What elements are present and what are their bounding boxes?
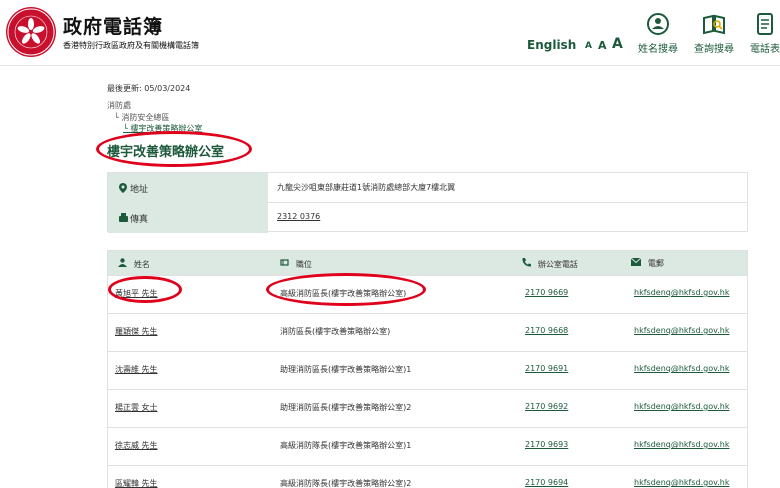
font-size-medium-button[interactable]: A — [598, 39, 607, 52]
th-position: 職位 — [280, 258, 312, 270]
last-updated: 最後更新: 05/03/2024 — [107, 84, 191, 93]
site-header: 政府電話簿 香港特別行政區政府及有關機構電話簿 English A A A 姓名… — [0, 0, 780, 66]
staff-email-link[interactable]: hkfsdenq@hkfsd.gov.hk — [634, 364, 729, 373]
th-email: 電郵 — [630, 257, 664, 269]
th-name-label: 姓名 — [133, 260, 150, 269]
staff-position: 助理消防區長(樓宇改善策略辦公室)2 — [280, 403, 412, 412]
site-title[interactable]: 政府電話簿 — [63, 12, 163, 39]
table-row: 羅穎傑 先生 消防區長(樓宇改善策略辦公室) 2170 9668 hkfsden… — [108, 313, 747, 351]
address-label: 地址 — [130, 185, 149, 195]
staff-position: 消防區長(樓宇改善策略辦公室) — [280, 327, 391, 336]
staff-email-link[interactable]: hkfsdenq@hkfsd.gov.hk — [634, 326, 729, 335]
table-row: 楊正雲 女士 助理消防區長(樓宇改善策略辦公室)2 2170 9692 hkfs… — [108, 389, 747, 427]
staff-table: 姓名 職位 辦公室電話 電郵 黃旭平 先生 高級消防區長(樓宇改善策略辦公室) … — [107, 250, 748, 488]
position-icon — [280, 259, 292, 270]
breadcrumb-department[interactable]: 消防處 — [107, 100, 131, 111]
staff-name-link[interactable]: 楊正雲 女士 — [115, 402, 158, 413]
map-pin-icon — [119, 183, 127, 196]
nav-phone-list-label: 電話表 — [750, 44, 780, 55]
fax-row: 傳真 2312 0376 — [108, 203, 747, 233]
language-switch-link[interactable]: English — [527, 38, 576, 52]
breadcrumb-division[interactable]: └ 消防安全總區 — [114, 112, 169, 123]
page-title: 樓宇改善策略辦公室 — [107, 145, 225, 160]
breadcrumb-office[interactable]: └ 樓宇改善策略辦公室 — [123, 123, 202, 134]
table-header: 姓名 職位 辦公室電話 電郵 — [108, 251, 747, 275]
table-row: 徐志威 先生 高級消防隊長(樓宇改善策略辦公室)1 2170 9693 hkfs… — [108, 427, 747, 465]
person-search-icon — [646, 12, 670, 36]
book-search-icon — [702, 12, 726, 36]
breadcrumb-office-label[interactable]: 樓宇改善策略辦公室 — [130, 124, 202, 133]
fax-icon — [119, 213, 128, 225]
phone-icon — [522, 258, 534, 270]
staff-position: 高級消防隊長(樓宇改善策略辦公室)1 — [280, 441, 412, 450]
person-icon — [118, 258, 130, 270]
staff-name-link[interactable]: 沈壽維 先生 — [115, 364, 158, 375]
staff-email-link[interactable]: hkfsdenq@hkfsd.gov.hk — [634, 402, 729, 411]
staff-position: 高級消防區長(樓宇改善策略辦公室) — [280, 289, 407, 298]
th-tel: 辦公室電話 — [522, 258, 578, 270]
th-position-label: 職位 — [295, 260, 312, 269]
staff-name-link[interactable]: 徐志威 先生 — [115, 440, 158, 451]
staff-tel-link[interactable]: 2170 9668 — [525, 326, 568, 335]
address-row: 地址 九龍尖沙咀東部康莊道1號消防處總部大廈7樓北翼 — [108, 173, 747, 203]
address-value: 九龍尖沙咀東部康莊道1號消防處總部大廈7樓北翼 — [277, 183, 456, 192]
staff-email-link[interactable]: hkfsdenq@hkfsd.gov.hk — [634, 288, 729, 297]
staff-tel-link[interactable]: 2170 9694 — [525, 478, 568, 487]
nav-enquiry-search-label: 查詢搜尋 — [694, 44, 734, 55]
staff-tel-link[interactable]: 2170 9692 — [525, 402, 568, 411]
fax-label-cell: 傳真 — [108, 203, 268, 233]
staff-name-link[interactable]: 區耀韓 先生 — [115, 478, 158, 488]
staff-tel-link[interactable]: 2170 9691 — [525, 364, 568, 373]
staff-email-link[interactable]: hkfsdenq@hkfsd.gov.hk — [634, 440, 729, 449]
staff-tel-link[interactable]: 2170 9693 — [525, 440, 568, 449]
nav-phone-list[interactable]: 電話表 — [748, 12, 780, 55]
breadcrumb-division-label[interactable]: 消防安全總區 — [121, 113, 169, 122]
table-row: 黃旭平 先生 高級消防區長(樓宇改善策略辦公室) 2170 9669 hkfsd… — [108, 275, 747, 313]
staff-name-link[interactable]: 黃旭平 先生 — [115, 288, 158, 299]
font-size-large-button[interactable]: A — [612, 36, 623, 52]
staff-position: 助理消防區長(樓宇改善策略辦公室)1 — [280, 365, 412, 374]
fax-value-link[interactable]: 2312 0376 — [277, 212, 320, 221]
staff-name-link[interactable]: 羅穎傑 先生 — [115, 326, 158, 337]
table-row: 沈壽維 先生 助理消防區長(樓宇改善策略辦公室)1 2170 9691 hkfs… — [108, 351, 747, 389]
staff-tel-link[interactable]: 2170 9669 — [525, 288, 568, 297]
nav-name-search[interactable]: 姓名搜尋 — [636, 12, 680, 55]
table-row: 區耀韓 先生 高級消防隊長(樓宇改善策略辦公室)2 2170 9694 hkfs… — [108, 465, 747, 488]
font-size-small-button[interactable]: A — [585, 41, 592, 51]
phone-list-icon — [753, 12, 777, 36]
office-info-box: 地址 九龍尖沙咀東部康莊道1號消防處總部大廈7樓北翼 傳真 2312 0376 — [107, 172, 748, 233]
nav-name-search-label: 姓名搜尋 — [638, 44, 678, 55]
fax-label: 傳真 — [130, 215, 149, 225]
th-tel-label: 辦公室電話 — [537, 260, 578, 269]
envelope-icon — [630, 257, 644, 269]
nav-enquiry-search[interactable]: 查詢搜尋 — [692, 12, 736, 55]
site-subtitle: 香港特別行政區政府及有關機構電話簿 — [63, 41, 199, 50]
staff-position: 高級消防隊長(樓宇改善策略辦公室)2 — [280, 479, 412, 488]
staff-email-link[interactable]: hkfsdenq@hkfsd.gov.hk — [634, 478, 729, 487]
hksar-emblem-icon[interactable] — [6, 7, 56, 57]
address-label-cell: 地址 — [108, 173, 268, 203]
th-name: 姓名 — [118, 258, 150, 270]
th-email-label: 電郵 — [647, 259, 664, 268]
